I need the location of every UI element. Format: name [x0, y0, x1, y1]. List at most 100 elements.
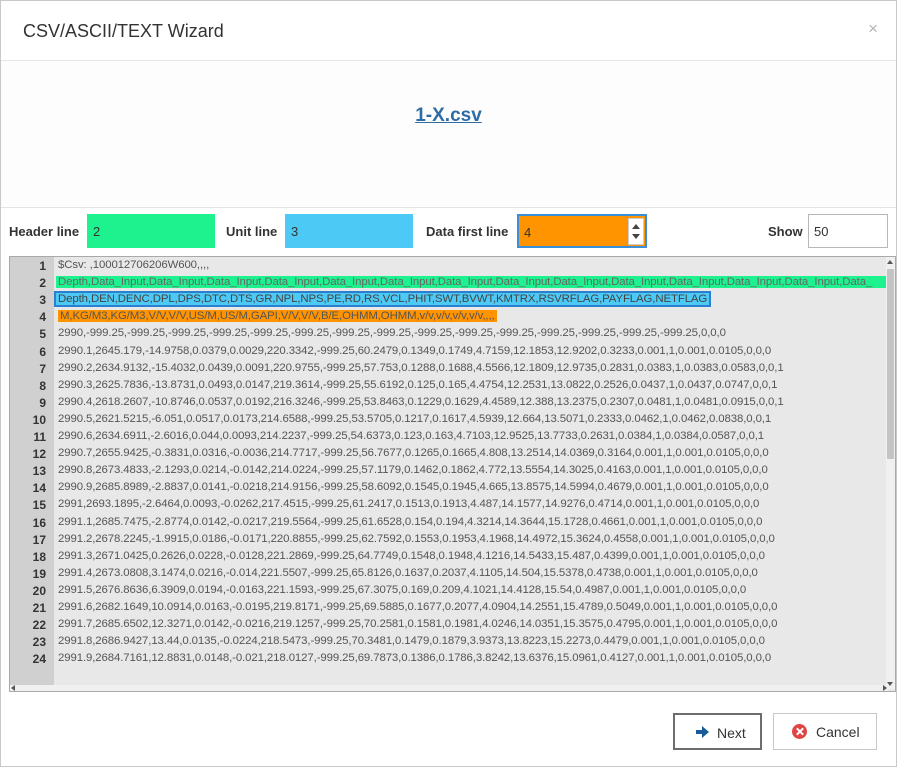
arrow-right-icon — [696, 726, 709, 738]
line-text: Depth,DEN,DENC,DPL,DPS,DTC,DTS,GR,NPL,NP… — [53, 291, 712, 308]
preview-line: 9 2990.4,2618.2607,-10.8746,0.0537,0.0192… — [10, 395, 888, 412]
line-number: 7 — [39, 361, 46, 376]
preview-line: 5 2990,-999.25,-999.25,-999.25,-999.25,-9… — [10, 326, 888, 343]
close-icon[interactable]: × — [868, 19, 878, 39]
line-number: 16 — [32, 515, 46, 530]
data-first-line-label: Data first line — [426, 224, 509, 239]
preview-line: 10 2990.5,2621.5215,-6.051,0.0517,0.0173,… — [10, 412, 888, 429]
line-text: 2990.1,2645.179,-14.9758,0.0379,0.0029,2… — [58, 344, 772, 357]
line-text: 2990.9,2685.8989,-2.8837,0.0141,-0.0218,… — [58, 481, 769, 494]
line-text: 2990.4,2618.2607,-10.8746,0.0537,0.0192,… — [58, 395, 784, 408]
file-name-link[interactable]: 1-X.csv — [1, 105, 896, 127]
line-text: Depth,Data_Input,Data_Input,Data_Input,D… — [56, 276, 888, 289]
spinner-control[interactable] — [628, 218, 644, 245]
line-text: 2990.5,2621.5215,-6.051,0.0517,0.0173,21… — [58, 412, 772, 425]
spin-down-icon[interactable] — [632, 234, 640, 239]
file-preview[interactable]: 1 $Csv: ,100012706206W600,,,, 2 Depth,Data_… — [9, 256, 896, 692]
line-text: 2990.6,2634.6911,-2.6016,0.044,0.0093,21… — [58, 430, 765, 442]
line-number: 11 — [33, 430, 46, 444]
line-text: 2991.1,2685.7475,-2.8774,0.0142,-0.0217,… — [58, 515, 763, 528]
line-text: 2990.8,2673.4833,-2.1293,0.0214,-0.0142,… — [58, 464, 768, 477]
line-number: 3 — [39, 293, 46, 308]
line-number: 18 — [32, 549, 46, 564]
next-button[interactable]: Next — [673, 713, 762, 750]
line-number: 6 — [39, 344, 46, 359]
preview-line: 12 2990.7,2655.9425,-0.3831,0.0316,-0.003… — [10, 446, 888, 463]
data-first-line-value: 4 — [524, 225, 532, 240]
cancel-button[interactable]: Cancel — [773, 713, 877, 750]
line-text: 2991.3,2671.0425,0.2626,0.0228,-0.0128,2… — [58, 549, 765, 562]
line-text: 2991.8,2686.9427,13.44,0.0135,-0.0224,21… — [58, 635, 765, 648]
line-number: 19 — [32, 566, 46, 581]
line-number: 5 — [39, 327, 46, 342]
options-bar: Header line 2 Unit line 3 Data first lin… — [1, 214, 896, 250]
line-number: 23 — [32, 635, 46, 650]
line-text: 2990.7,2655.9425,-0.3831,0.0316,-0.0036,… — [58, 447, 769, 460]
vertical-scrollbar[interactable] — [886, 257, 895, 689]
dialog-titlebar: CSV/ASCII/TEXT Wizard × — [1, 1, 896, 61]
preview-line: 20 2991.5,2676.8636,6.3909,0.0194,-0.0163… — [10, 583, 888, 600]
preview-line: 22 2991.7,2685.6502,12.3271,0.0142,-0.021… — [10, 617, 888, 634]
preview-line: 15 2991,2693.1895,-2.6464,0.0093,-0.0262,… — [10, 497, 888, 514]
unit-line-label: Unit line — [226, 224, 278, 239]
line-text: 2990,-999.25,-999.25,-999.25,-999.25,-99… — [58, 327, 726, 340]
line-text: M,KG/M3,KG/M3,V/V,V/V,US/M,US/M,GAPI,V/V… — [58, 310, 497, 323]
line-text: 2991.5,2676.8636,6.3909,0.0194,-0.0163,2… — [58, 583, 747, 596]
line-text: 2991.4,2673.0808,3.1474,0.0216,-0.014,22… — [58, 566, 758, 579]
preview-line: 8 2990.3,2625.7836,-13.8731,0.0493,0.0147… — [10, 378, 888, 395]
cancel-circle-icon — [792, 724, 807, 739]
line-number: 8 — [39, 378, 46, 393]
line-number: 1 — [39, 259, 46, 273]
show-label: Show — [768, 224, 803, 239]
line-number: 20 — [32, 583, 46, 598]
preview-line: 6 2990.1,2645.179,-14.9758,0.0379,0.0029,… — [10, 344, 888, 361]
line-number: 4 — [39, 310, 46, 325]
show-count-input[interactable]: 50 — [808, 214, 888, 248]
scroll-up-icon[interactable] — [887, 260, 893, 264]
line-number: 14 — [32, 481, 46, 496]
preview-line: 23 2991.8,2686.9427,13.44,0.0135,-0.0224,… — [10, 634, 888, 651]
file-panel: 1-X.csv — [1, 61, 896, 208]
scroll-left-icon[interactable] — [11, 685, 15, 691]
line-number: 12 — [32, 447, 46, 462]
header-line-input[interactable]: 2 — [87, 214, 215, 248]
scroll-right-icon[interactable] — [883, 685, 887, 691]
line-number: 21 — [32, 601, 46, 615]
unit-line-input[interactable]: 3 — [285, 214, 413, 248]
line-text: 2990.2,2634.9132,-15.4032,0.0439,0.0091,… — [58, 361, 784, 374]
line-text: $Csv: ,100012706206W600,,,, — [58, 259, 210, 271]
line-text: 2991.2,2678.2245,-1.9915,0.0186,-0.0171,… — [58, 532, 775, 545]
preview-line: 17 2991.2,2678.2245,-1.9915,0.0186,-0.017… — [10, 532, 888, 549]
line-text: 2991.9,2684.7161,12.8831,0.0148,-0.021,2… — [58, 652, 772, 665]
preview-line: 3 Depth,DEN,DENC,DPL,DPS,DTC,DTS,GR,NPL,N… — [10, 291, 888, 309]
line-number: 9 — [39, 395, 46, 410]
preview-line: 7 2990.2,2634.9132,-15.4032,0.0439,0.0091… — [10, 361, 888, 378]
line-text: 2991.7,2685.6502,12.3271,0.0142,-0.0216,… — [58, 618, 778, 631]
preview-line: 24 2991.9,2684.7161,12.8831,0.0148,-0.021… — [10, 651, 888, 668]
horizontal-scrollbar[interactable] — [10, 685, 888, 691]
line-number: 15 — [32, 498, 46, 513]
next-label: Next — [717, 725, 746, 741]
spin-up-icon[interactable] — [632, 224, 640, 229]
preview-line: 18 2991.3,2671.0425,0.2626,0.0228,-0.0128… — [10, 549, 888, 566]
preview-line: 16 2991.1,2685.7475,-2.8774,0.0142,-0.021… — [10, 515, 888, 532]
header-line-label: Header line — [9, 224, 80, 239]
dialog-title: CSV/ASCII/TEXT Wizard — [23, 21, 224, 41]
line-number: 22 — [32, 618, 46, 633]
cancel-label: Cancel — [816, 724, 860, 740]
data-first-line-input[interactable]: 4 — [517, 214, 647, 248]
line-number: 17 — [32, 532, 46, 547]
line-number: 24 — [32, 652, 46, 667]
line-text: 2990.3,2625.7836,-13.8731,0.0493,0.0147,… — [58, 378, 778, 391]
preview-line: 11 2990.6,2634.6911,-2.6016,0.044,0.0093,… — [10, 429, 888, 446]
line-number: 2 — [39, 276, 46, 291]
line-number: 10 — [32, 412, 46, 427]
scroll-thumb[interactable] — [887, 269, 894, 459]
preview-line: 21 2991.6,2682.1649,10.0914,0.0163,-0.019… — [10, 600, 888, 617]
line-text: 2991,2693.1895,-2.6464,0.0093,-0.0262,21… — [58, 498, 760, 511]
preview-line: 13 2990.8,2673.4833,-2.1293,0.0214,-0.014… — [10, 463, 888, 480]
preview-line: 1 $Csv: ,100012706206W600,,,, — [10, 258, 888, 275]
preview-line: 19 2991.4,2673.0808,3.1474,0.0216,-0.014,… — [10, 566, 888, 583]
preview-line: 14 2990.9,2685.8989,-2.8837,0.0141,-0.021… — [10, 480, 888, 497]
line-text: 2991.6,2682.1649,10.0914,0.0163,-0.0195,… — [58, 601, 778, 613]
